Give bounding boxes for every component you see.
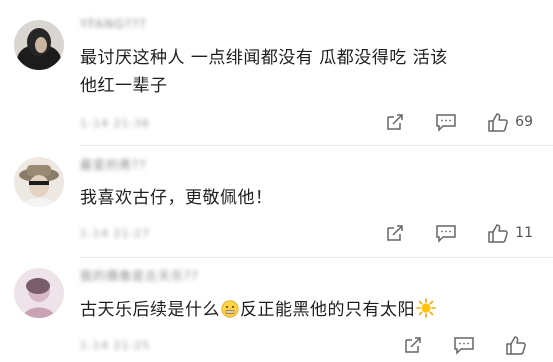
comment-username[interactable]: 我的偶像是古天乐?? bbox=[80, 267, 199, 284]
comment-username[interactable]: YFANG??? bbox=[80, 17, 147, 31]
comment-icon bbox=[436, 114, 456, 132]
avatar[interactable] bbox=[14, 157, 64, 207]
divider bbox=[80, 145, 553, 146]
divider bbox=[80, 257, 553, 258]
like-count: 69 bbox=[515, 114, 533, 130]
reply-button[interactable] bbox=[435, 112, 457, 132]
avatar[interactable] bbox=[14, 20, 64, 70]
comment-username[interactable]: 最爱的男?? bbox=[80, 156, 147, 173]
comment-actions: 11 bbox=[355, 222, 533, 244]
share-button[interactable] bbox=[385, 223, 405, 243]
comment-icon bbox=[436, 225, 456, 243]
comment-actions bbox=[373, 334, 533, 356]
thumbs-up-icon bbox=[488, 223, 509, 243]
reply-button[interactable] bbox=[453, 335, 475, 355]
comment-text-line: 最讨厌这种人 一点绯闻都没有 瓜都没得吃 活该 bbox=[80, 48, 448, 68]
avatar[interactable] bbox=[14, 268, 64, 318]
reply-button[interactable] bbox=[435, 223, 457, 243]
comment-icon bbox=[454, 337, 474, 355]
comment-text-line: 他红一辈子 bbox=[80, 76, 168, 96]
like-count: 11 bbox=[515, 225, 533, 241]
comment-actions: 69 bbox=[355, 111, 533, 133]
grimace-emoji-icon bbox=[221, 299, 239, 327]
share-button[interactable] bbox=[385, 112, 405, 132]
comment-text-part: 古天乐后续是什么 bbox=[80, 300, 220, 320]
share-icon bbox=[405, 337, 421, 353]
comment-timestamp: 1-14 21:25 bbox=[80, 339, 151, 352]
comment-text-part: 反正能黑他的只有太阳 bbox=[240, 300, 415, 320]
like-button[interactable]: 11 bbox=[487, 223, 533, 244]
like-button[interactable] bbox=[505, 335, 533, 356]
thumbs-up-icon bbox=[506, 335, 526, 355]
comment-text: 我喜欢古仔，更敬佩他！ bbox=[80, 188, 273, 208]
like-button[interactable]: 69 bbox=[487, 112, 533, 133]
share-icon bbox=[387, 114, 403, 130]
thumbs-up-icon bbox=[488, 112, 509, 132]
comment-timestamp: 1-14 21:36 bbox=[80, 117, 151, 130]
comment-text: 最讨厌这种人 一点绯闻都没有 瓜都没得吃 活该 他红一辈子 bbox=[80, 44, 523, 100]
sun-emoji-icon bbox=[416, 298, 436, 327]
comment-text: 古天乐后续是什么 反正能黑他的只有太阳 bbox=[80, 296, 523, 327]
share-icon bbox=[387, 225, 403, 241]
share-button[interactable] bbox=[403, 335, 423, 355]
comment-timestamp: 1-14 21:27 bbox=[80, 227, 151, 240]
